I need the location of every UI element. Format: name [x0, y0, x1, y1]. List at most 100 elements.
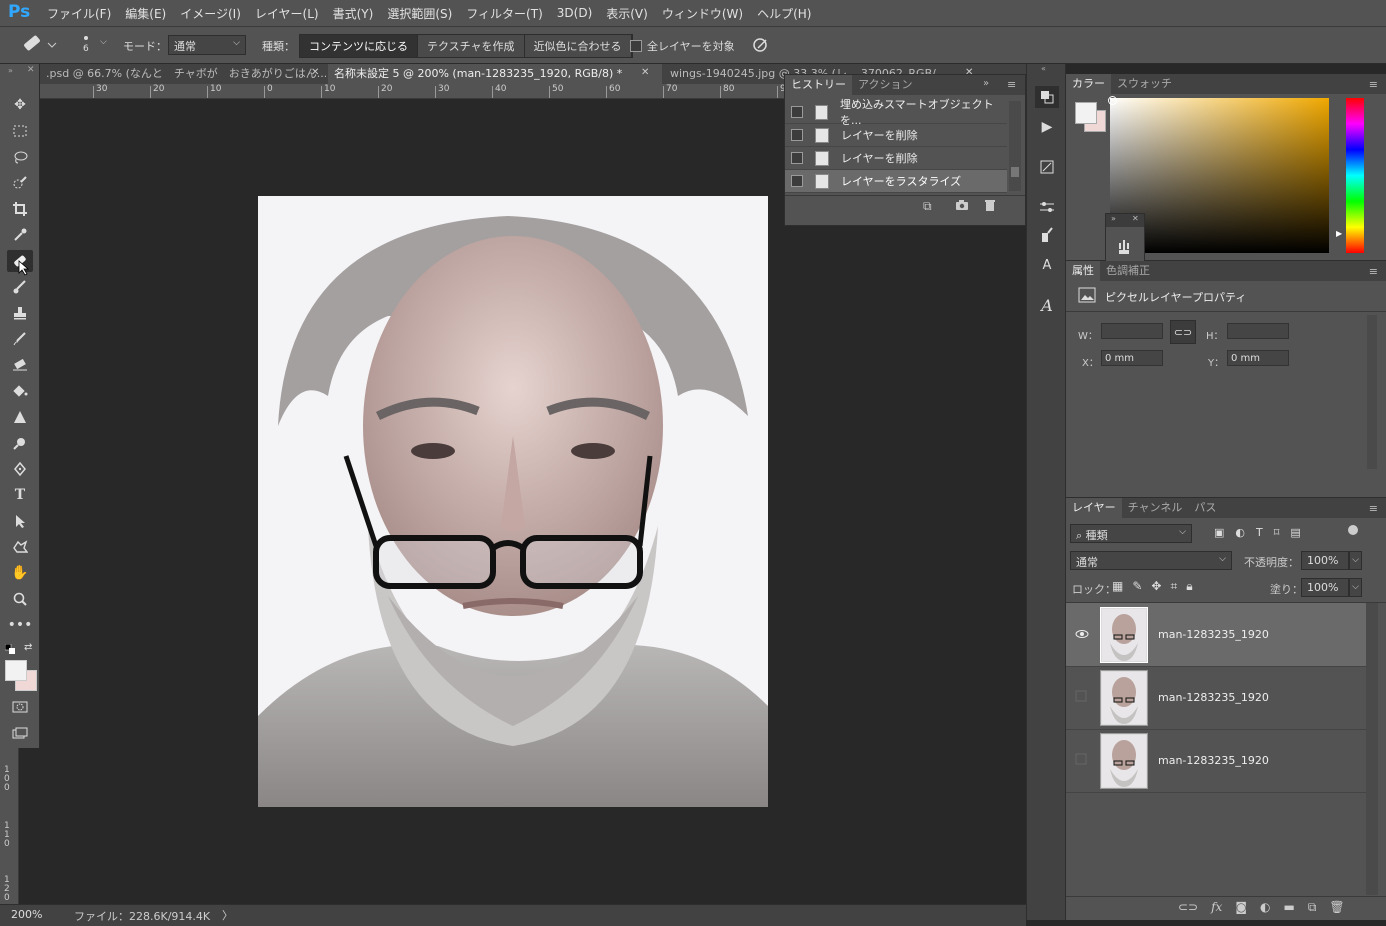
- chevron-down-icon[interactable]: ⌵: [1349, 578, 1362, 597]
- trash-icon[interactable]: 🗑︎: [1329, 900, 1344, 915]
- add-mask-icon[interactable]: ◙: [1235, 900, 1247, 915]
- blur-tool-icon[interactable]: [7, 406, 33, 428]
- lock-transparent-icon[interactable]: ▦: [1112, 579, 1123, 594]
- more-tools-icon[interactable]: •••: [7, 614, 33, 636]
- document-image[interactable]: [258, 196, 768, 807]
- menu-select[interactable]: 選択範囲(S): [380, 5, 459, 22]
- x-input[interactable]: 0 mm: [1101, 350, 1163, 366]
- tab-adjustments[interactable]: 色調補正: [1100, 261, 1156, 281]
- close-icon[interactable]: ✕: [1132, 214, 1139, 223]
- history-item-selected[interactable]: レイヤーをラスタライズ: [785, 170, 1007, 193]
- custom-shape-tool-icon[interactable]: [7, 536, 33, 558]
- marquee-tool-icon[interactable]: [7, 120, 33, 142]
- tab-channels[interactable]: チャンネル: [1122, 498, 1189, 518]
- mode-select[interactable]: 通常 ⌵: [168, 35, 246, 55]
- y-input[interactable]: 0 mm: [1227, 350, 1289, 366]
- character-icon[interactable]: A: [1035, 254, 1059, 276]
- snapshot-checkbox[interactable]: [791, 175, 803, 187]
- layer-row[interactable]: man-1283235_1920: [1066, 729, 1366, 793]
- zoom-level[interactable]: 200%: [11, 908, 42, 921]
- collapse-arrows-icon[interactable]: «: [1041, 64, 1046, 73]
- new-adjustment-icon[interactable]: ◐: [1260, 900, 1270, 915]
- panel-menu-icon[interactable]: ≡: [1369, 265, 1378, 278]
- tab-color[interactable]: カラー: [1066, 74, 1111, 94]
- color-foreground-swatch[interactable]: [1075, 102, 1097, 124]
- filter-type-icon[interactable]: T: [1256, 526, 1263, 539]
- tool-presets-icon[interactable]: [1116, 238, 1132, 259]
- menu-image[interactable]: イメージ(I): [173, 5, 248, 22]
- fill-input[interactable]: 100%: [1301, 578, 1349, 597]
- link-icon[interactable]: ⊂⊃: [1170, 320, 1196, 344]
- layer-name[interactable]: man-1283235_1920: [1158, 754, 1269, 767]
- layer-row[interactable]: man-1283235_1920: [1066, 666, 1366, 730]
- lock-position-icon[interactable]: ✥: [1151, 579, 1161, 594]
- filter-smart-object-icon[interactable]: ▤: [1290, 526, 1300, 539]
- pressure-size-icon[interactable]: [750, 35, 770, 55]
- link-layers-icon[interactable]: ⊂⊃: [1178, 900, 1198, 915]
- opacity-input[interactable]: 100%: [1301, 551, 1349, 570]
- snapshot-checkbox[interactable]: [791, 152, 803, 164]
- menu-type[interactable]: 書式(Y): [326, 5, 381, 22]
- menu-layer[interactable]: レイヤー(L): [248, 5, 326, 22]
- height-input[interactable]: [1227, 323, 1289, 339]
- fx-icon[interactable]: fx: [1211, 900, 1222, 915]
- new-document-from-state-icon[interactable]: ⧉: [923, 199, 932, 214]
- menu-filter[interactable]: フィルター(T): [459, 5, 549, 22]
- type-tool-icon[interactable]: T: [7, 484, 33, 506]
- camera-icon[interactable]: [955, 199, 969, 214]
- brushes-icon[interactable]: [1035, 224, 1059, 246]
- snapshot-checkbox[interactable]: [791, 106, 803, 118]
- chevron-down-icon[interactable]: ⌵: [1349, 551, 1362, 570]
- dodge-tool-icon[interactable]: [7, 432, 33, 454]
- glyphs-icon[interactable]: A: [1035, 294, 1059, 316]
- collapse-arrows-icon[interactable]: »: [983, 78, 989, 89]
- doc-tab-2[interactable]: 名称未設定 5 @ 200% (man-1283235_1920, RGB/8)…: [328, 64, 662, 84]
- lasso-tool-icon[interactable]: [7, 146, 33, 168]
- panel-menu-icon[interactable]: ≡: [1369, 502, 1378, 515]
- type-proximity-match[interactable]: 近似色に合わせる: [524, 35, 632, 57]
- trash-icon[interactable]: [984, 199, 996, 215]
- filter-shape-icon[interactable]: ⌑: [1274, 526, 1280, 539]
- visibility-toggle[interactable]: [1075, 753, 1089, 767]
- type-create-texture[interactable]: テクスチャを作成: [418, 35, 525, 57]
- menu-window[interactable]: ウィンドウ(W): [655, 5, 750, 22]
- tab-history[interactable]: ヒストリー: [785, 75, 852, 95]
- history-item[interactable]: レイヤーを削除: [785, 147, 1007, 170]
- tab-paths[interactable]: パス: [1188, 498, 1222, 518]
- tool-preset-picker[interactable]: [18, 35, 58, 55]
- pen-tool-icon[interactable]: [7, 458, 33, 480]
- menu-file[interactable]: ファイル(F): [40, 5, 118, 22]
- all-layers-checkbox[interactable]: [630, 40, 642, 52]
- swap-colors-icon[interactable]: ⇄: [24, 642, 32, 653]
- zoom-tool-icon[interactable]: [7, 588, 33, 610]
- screen-mode-icon[interactable]: [7, 722, 33, 744]
- tab-swatches[interactable]: スウォッチ: [1111, 74, 1178, 94]
- scrollbar-thumb[interactable]: [1011, 167, 1019, 177]
- path-selection-tool-icon[interactable]: [7, 510, 33, 532]
- eyedropper-tool-icon[interactable]: [7, 224, 33, 246]
- layer-filter-select[interactable]: ⌕ 種類 ⌵: [1070, 524, 1192, 543]
- default-colors-icon[interactable]: [4, 643, 15, 657]
- hue-slider[interactable]: [1346, 98, 1364, 253]
- history-panel-icon[interactable]: [1035, 86, 1059, 108]
- tab-actions[interactable]: アクション: [852, 75, 918, 95]
- visibility-toggle[interactable]: [1075, 690, 1089, 704]
- brush-size-picker[interactable]: 6 ⌵: [78, 33, 112, 57]
- clone-stamp-tool-icon[interactable]: [7, 302, 33, 324]
- menu-help[interactable]: ヘルプ(H): [750, 5, 818, 22]
- chevron-right-icon[interactable]: 〉: [222, 907, 233, 923]
- menu-edit[interactable]: 編集(E): [118, 5, 173, 22]
- lock-artboard-icon[interactable]: ⌗: [1170, 579, 1177, 594]
- menu-3d[interactable]: 3D(D): [550, 6, 599, 20]
- properties-scrollbar[interactable]: [1367, 315, 1377, 469]
- history-scrollbar[interactable]: [1009, 101, 1021, 191]
- new-group-icon[interactable]: ▬: [1283, 900, 1294, 915]
- quick-selection-tool-icon[interactable]: [7, 172, 33, 194]
- layer-name[interactable]: man-1283235_1920: [1158, 691, 1269, 704]
- panel-menu-icon[interactable]: ≡: [1007, 78, 1016, 91]
- layer-name[interactable]: man-1283235_1920: [1158, 628, 1269, 641]
- hue-slider-handle[interactable]: ▶: [1336, 229, 1342, 238]
- tab-properties[interactable]: 属性: [1066, 261, 1100, 281]
- eraser-tool-icon[interactable]: [7, 354, 33, 376]
- collapse-arrows-icon[interactable]: »: [1111, 214, 1116, 223]
